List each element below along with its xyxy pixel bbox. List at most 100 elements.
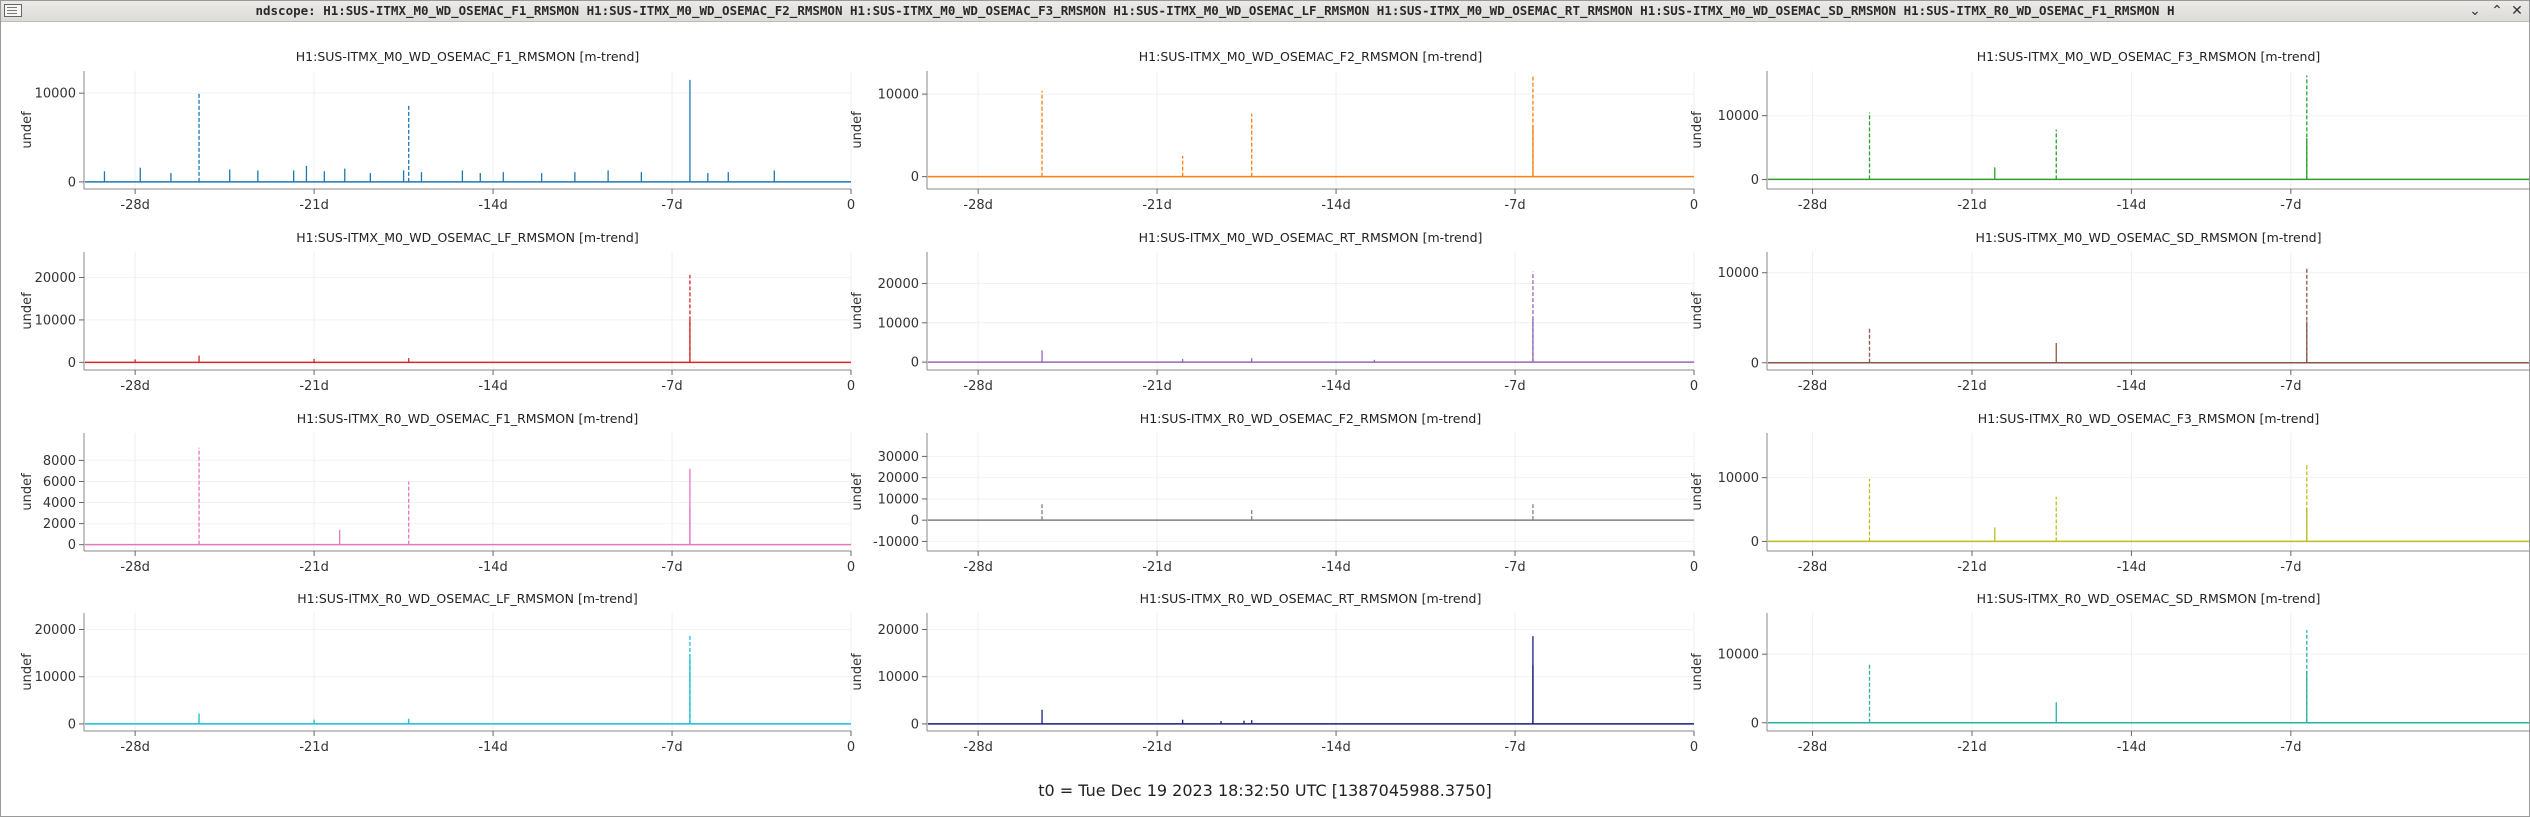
chart-title: H1:SUS-ITMX_R0_WD_OSEMAC_F2_RMSMON [m-tr…: [1140, 411, 1481, 426]
x-tick-label: -7d: [2280, 379, 2301, 394]
x-tick-label: -28d: [120, 198, 150, 213]
chart-panel: H1:SUS-ITMX_M0_WD_OSEMAC_LF_RMSMON [m-tr…: [20, 230, 855, 394]
chart-panel: H1:SUS-ITMX_M0_WD_OSEMAC_F3_RMSMON [m-tr…: [1690, 49, 2530, 213]
x-tick-label: -21d: [1142, 560, 1172, 575]
y-tick-label: 8000: [43, 454, 76, 469]
x-tick-label: -7d: [1504, 560, 1525, 575]
y-tick-label: 0: [68, 717, 76, 732]
plot-grid[interactable]: H1:SUS-ITMX_M0_WD_OSEMAC_F1_RMSMON [m-tr…: [0, 22, 2530, 782]
chart-title: H1:SUS-ITMX_R0_WD_OSEMAC_RT_RMSMON [m-tr…: [1140, 591, 1482, 606]
chart-title: H1:SUS-ITMX_M0_WD_OSEMAC_LF_RMSMON [m-tr…: [296, 230, 639, 245]
chart-panel: H1:SUS-ITMX_R0_WD_OSEMAC_RT_RMSMON [m-tr…: [850, 591, 1698, 755]
chart-title: H1:SUS-ITMX_R0_WD_OSEMAC_F1_RMSMON [m-tr…: [297, 411, 638, 426]
y-tick-label: 20000: [878, 471, 919, 486]
x-tick-label: -28d: [963, 379, 993, 394]
x-tick-label: -7d: [661, 379, 682, 394]
x-tick-label: -21d: [1957, 560, 1987, 575]
x-tick-label: -21d: [1957, 198, 1987, 213]
chart-panel: H1:SUS-ITMX_R0_WD_OSEMAC_SD_RMSMON [m-tr…: [1690, 591, 2530, 755]
y-axis-label: undef: [1690, 292, 1705, 330]
x-tick-label: 0: [847, 560, 855, 575]
x-tick-label: -14d: [1321, 560, 1351, 575]
y-tick-label: 10000: [35, 670, 76, 685]
chart-panel: H1:SUS-ITMX_M0_WD_OSEMAC_F2_RMSMON [m-tr…: [850, 49, 1698, 213]
x-tick-label: -14d: [2117, 198, 2147, 213]
chart-panel: H1:SUS-ITMX_R0_WD_OSEMAC_F1_RMSMON [m-tr…: [20, 411, 855, 575]
y-tick-label: 20000: [878, 623, 919, 638]
x-tick-label: -21d: [1142, 740, 1172, 755]
x-tick-label: -14d: [1321, 379, 1351, 394]
x-tick-label: -7d: [1504, 198, 1525, 213]
y-tick-label: 10000: [35, 313, 76, 328]
x-tick-label: 0: [1690, 198, 1698, 213]
x-tick-label: -7d: [661, 560, 682, 575]
chart-title: H1:SUS-ITMX_R0_WD_OSEMAC_LF_RMSMON [m-tr…: [297, 591, 637, 606]
chart-title: H1:SUS-ITMX_R0_WD_OSEMAC_SD_RMSMON [m-tr…: [1977, 591, 2321, 606]
y-axis-label: undef: [1690, 653, 1705, 691]
chart-panel: H1:SUS-ITMX_M0_WD_OSEMAC_RT_RMSMON [m-tr…: [850, 230, 1698, 394]
x-tick-label: -28d: [963, 560, 993, 575]
x-tick-label: -14d: [1321, 198, 1351, 213]
close-icon: ✕: [2511, 3, 2523, 19]
y-tick-label: 10000: [878, 316, 919, 331]
chevron-up-icon: ⌃: [2491, 3, 2503, 19]
y-tick-label: 0: [911, 514, 919, 529]
chart-panel: H1:SUS-ITMX_R0_WD_OSEMAC_LF_RMSMON [m-tr…: [20, 591, 855, 755]
x-tick-label: -21d: [1142, 198, 1172, 213]
close-button[interactable]: ✕: [2506, 1, 2528, 21]
y-tick-label: 4000: [43, 496, 76, 511]
y-tick-label: 30000: [878, 450, 919, 465]
chart-title: H1:SUS-ITMX_M0_WD_OSEMAC_F3_RMSMON [m-tr…: [1977, 49, 2321, 64]
minimize-button[interactable]: ⌄: [2464, 1, 2486, 21]
y-tick-label: 0: [1751, 716, 1759, 731]
x-tick-label: -21d: [1142, 379, 1172, 394]
x-tick-label: -7d: [661, 740, 682, 755]
y-tick-label: 10000: [35, 87, 76, 102]
x-tick-label: -21d: [299, 560, 329, 575]
x-tick-label: -28d: [120, 560, 150, 575]
y-tick-label: 0: [68, 356, 76, 371]
y-tick-label: 20000: [878, 277, 919, 292]
chart-title: H1:SUS-ITMX_M0_WD_OSEMAC_RT_RMSMON [m-tr…: [1139, 230, 1483, 245]
y-tick-label: 20000: [35, 271, 76, 286]
y-axis-label: undef: [20, 111, 35, 149]
y-tick-label: 10000: [1718, 471, 1759, 486]
y-tick-label: 20000: [35, 623, 76, 638]
plot-canvas[interactable]: H1:SUS-ITMX_M0_WD_OSEMAC_F1_RMSMON [m-tr…: [0, 22, 2530, 782]
x-tick-label: -7d: [1504, 740, 1525, 755]
x-tick-label: -14d: [478, 560, 508, 575]
y-tick-label: 0: [911, 170, 919, 185]
y-tick-label: -10000: [873, 535, 919, 550]
x-tick-label: -14d: [478, 379, 508, 394]
x-tick-label: -21d: [1957, 740, 1987, 755]
y-axis-label: undef: [20, 653, 35, 691]
x-tick-label: 0: [847, 198, 855, 213]
y-tick-label: 0: [1751, 535, 1759, 550]
chart-panel: H1:SUS-ITMX_R0_WD_OSEMAC_F2_RMSMON [m-tr…: [850, 411, 1698, 575]
x-tick-label: -28d: [963, 740, 993, 755]
chevron-down-icon: ⌄: [2469, 3, 2481, 19]
x-tick-label: -14d: [2117, 379, 2147, 394]
x-tick-label: -28d: [1798, 740, 1828, 755]
maximize-button[interactable]: ⌃: [2486, 1, 2508, 21]
y-tick-label: 0: [911, 717, 919, 732]
chart-panel: H1:SUS-ITMX_M0_WD_OSEMAC_SD_RMSMON [m-tr…: [1690, 230, 2530, 394]
x-tick-label: -7d: [1504, 379, 1525, 394]
t0-label: t0 = Tue Dec 19 2023 18:32:50 UTC [13870…: [1038, 781, 1492, 800]
x-tick-label: -7d: [2280, 740, 2301, 755]
y-tick-label: 10000: [878, 670, 919, 685]
y-tick-label: 0: [68, 538, 76, 553]
y-axis-label: undef: [850, 473, 865, 511]
y-axis-label: undef: [850, 111, 865, 149]
chart-panel: H1:SUS-ITMX_R0_WD_OSEMAC_F3_RMSMON [m-tr…: [1690, 411, 2530, 575]
x-tick-label: -28d: [963, 198, 993, 213]
x-tick-label: -14d: [478, 740, 508, 755]
y-axis-label: undef: [850, 292, 865, 330]
window-titlebar[interactable]: ndscope: H1:SUS-ITMX_M0_WD_OSEMAC_F1_RMS…: [0, 0, 2530, 22]
x-tick-label: -28d: [1798, 560, 1828, 575]
x-tick-label: -7d: [661, 198, 682, 213]
y-tick-label: 10000: [1718, 266, 1759, 281]
chart-panel: H1:SUS-ITMX_M0_WD_OSEMAC_F1_RMSMON [m-tr…: [20, 49, 855, 213]
x-tick-label: 0: [847, 379, 855, 394]
y-axis-label: undef: [20, 292, 35, 330]
